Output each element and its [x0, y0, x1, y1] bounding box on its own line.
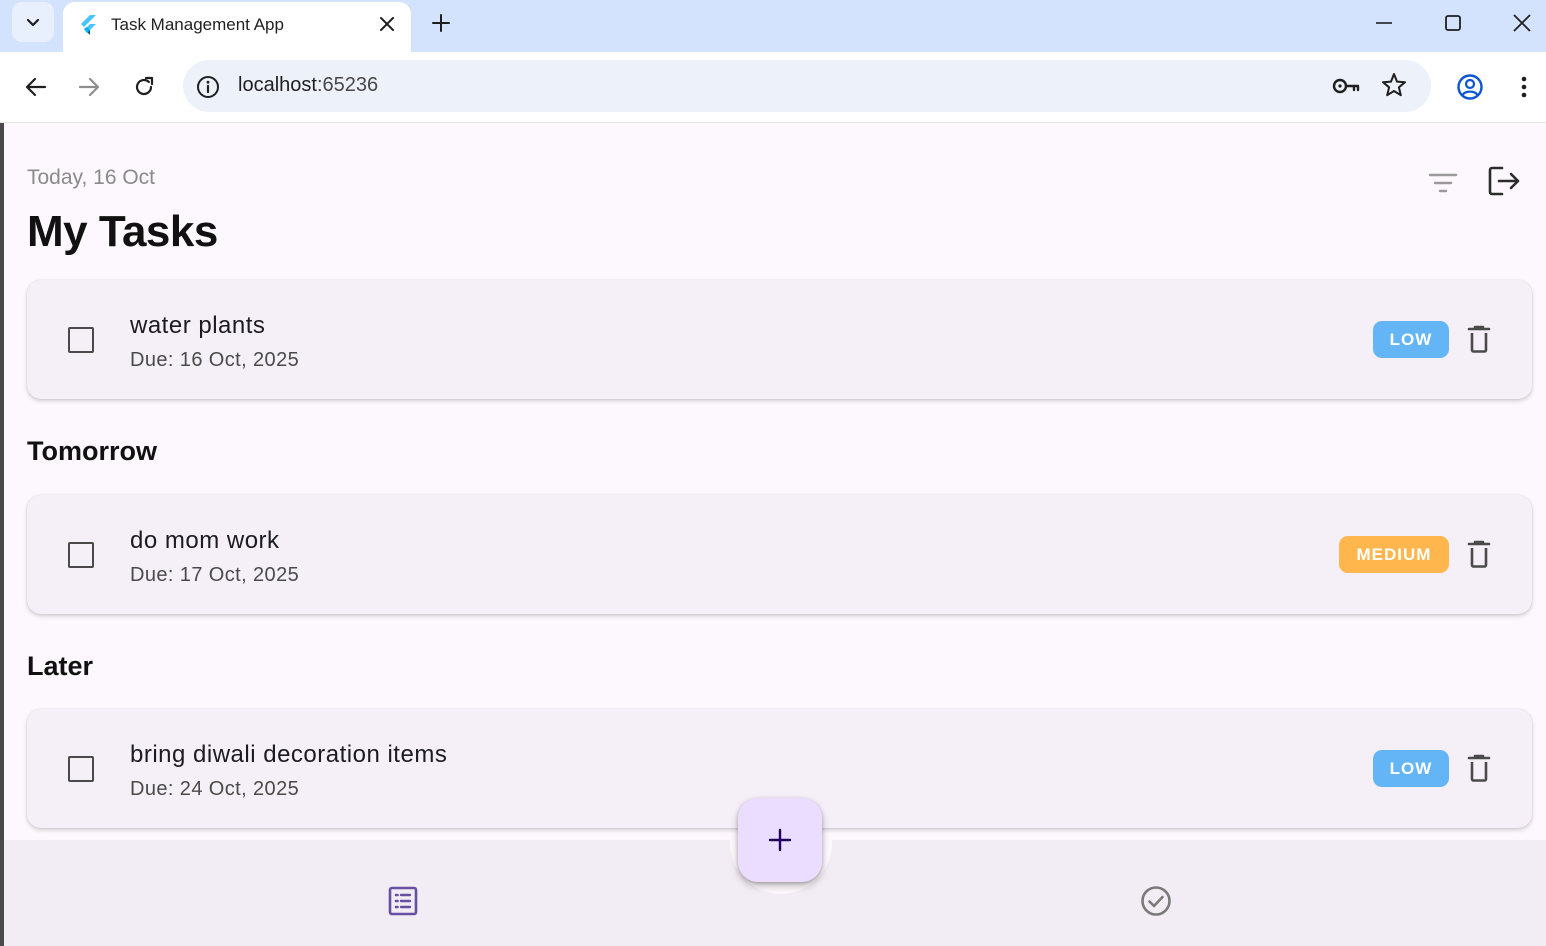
arrow-right-icon: [78, 77, 100, 97]
delete-button[interactable]: [1463, 537, 1495, 571]
arrow-left-icon: [25, 77, 47, 97]
task-card[interactable]: do mom work Due: 17 Oct, 2025 MEDIUM: [27, 495, 1532, 614]
tab-close-button[interactable]: [375, 12, 399, 36]
priority-badge: LOW: [1373, 321, 1449, 358]
page-title: My Tasks: [27, 207, 218, 256]
tab-search-button[interactable]: [12, 2, 54, 42]
date-label: Today, 16 Oct: [27, 166, 156, 189]
back-button[interactable]: [19, 70, 53, 104]
nav-tab-completed[interactable]: [1138, 883, 1174, 919]
close-icon: [380, 17, 394, 31]
profile-icon[interactable]: [1452, 69, 1488, 105]
delete-button[interactable]: [1463, 322, 1495, 356]
window-close-button[interactable]: [1504, 8, 1540, 38]
task-checkbox[interactable]: [68, 327, 94, 353]
delete-button[interactable]: [1463, 751, 1495, 785]
task-list-icon: [388, 886, 418, 916]
tab-title: Task Management App: [111, 15, 284, 34]
plus-icon: [432, 14, 450, 32]
maximize-button[interactable]: [1435, 8, 1471, 38]
browser-toolbar: localhost:65236: [0, 52, 1546, 123]
add-task-button[interactable]: [738, 798, 822, 882]
info-icon[interactable]: [195, 74, 221, 100]
task-title: water plants: [130, 312, 266, 339]
nav-tab-tasks[interactable]: [385, 883, 421, 919]
task-title: bring diwali decoration items: [130, 741, 448, 768]
section-heading-tomorrow: Tomorrow: [27, 436, 157, 466]
url-port: :65236: [316, 74, 379, 96]
address-bar[interactable]: localhost:65236: [183, 60, 1431, 112]
trash-icon: [1467, 540, 1491, 568]
browser-tab-strip: Task Management App: [0, 0, 1546, 52]
priority-badge: MEDIUM: [1339, 536, 1449, 573]
minimize-icon: [1376, 22, 1392, 24]
check-circle-icon: [1141, 886, 1171, 916]
section-heading-later: Later: [27, 651, 94, 681]
star-icon[interactable]: [1381, 72, 1407, 98]
logout-icon: [1488, 166, 1520, 196]
forward-button[interactable]: [72, 70, 106, 104]
task-checkbox[interactable]: [68, 756, 94, 782]
more-vert-icon[interactable]: [1512, 69, 1536, 105]
app-body: Today, 16 Oct My Tasks water plants Due:…: [4, 123, 1546, 946]
close-icon: [1513, 14, 1531, 32]
logout-button[interactable]: [1484, 161, 1524, 201]
task-title: do mom work: [130, 527, 280, 554]
task-checkbox[interactable]: [68, 542, 94, 568]
filter-icon: [1428, 173, 1458, 193]
chevron-down-icon: [26, 18, 40, 27]
task-due-date: Due: 16 Oct, 2025: [130, 349, 300, 371]
key-icon[interactable]: [1331, 73, 1361, 99]
reload-icon: [135, 76, 154, 96]
maximize-icon: [1445, 15, 1461, 31]
trash-icon: [1467, 325, 1491, 353]
task-due-date: Due: 24 Oct, 2025: [130, 778, 300, 800]
task-card[interactable]: water plants Due: 16 Oct, 2025 LOW: [27, 280, 1532, 399]
browser-tab-active[interactable]: Task Management App: [63, 2, 411, 52]
flutter-logo-icon: [79, 15, 97, 35]
url-text[interactable]: localhost:65236: [238, 74, 378, 97]
new-tab-button[interactable]: [428, 10, 454, 36]
filter-button[interactable]: [1425, 165, 1461, 201]
url-host: localhost: [238, 74, 317, 96]
task-due-date: Due: 17 Oct, 2025: [130, 564, 300, 586]
reload-button[interactable]: [127, 70, 161, 104]
trash-icon: [1467, 754, 1491, 782]
priority-badge: LOW: [1373, 750, 1449, 787]
minimize-button[interactable]: [1366, 8, 1402, 38]
plus-icon: [768, 828, 792, 852]
